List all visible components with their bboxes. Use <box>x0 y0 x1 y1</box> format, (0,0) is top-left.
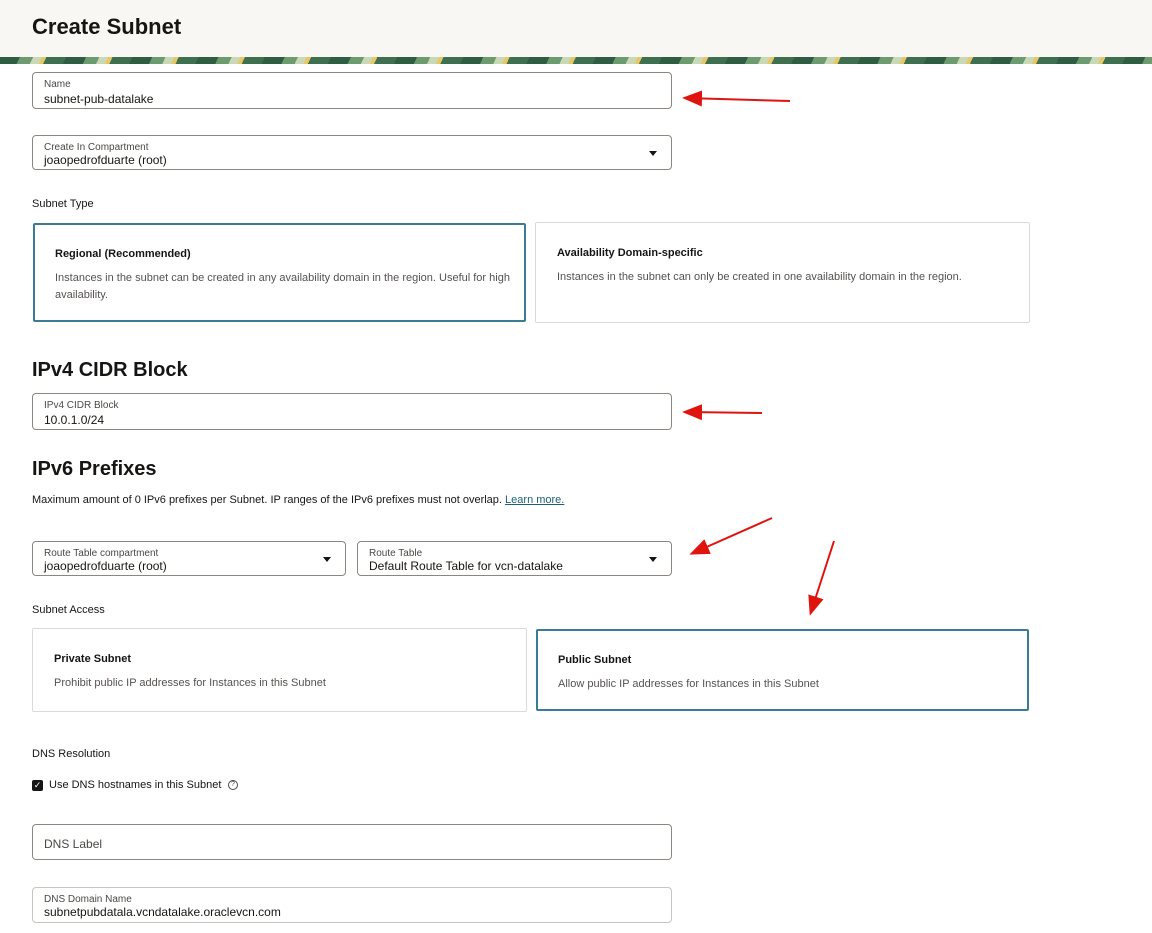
subnet-access-private-card[interactable]: Private Subnet Prohibit public IP addres… <box>32 628 527 712</box>
subnet-access-label: Subnet Access <box>32 604 105 616</box>
subnet-type-regional-title: Regional (Recommended) <box>55 248 191 260</box>
subnet-type-regional-description: Instances in the subnet can be created i… <box>55 272 510 301</box>
private-subnet-description: Prohibit public IP addresses for Instanc… <box>54 677 326 689</box>
route-table-select[interactable]: Route Table Default Route Table for vcn-… <box>357 541 672 576</box>
ipv6-section-title: IPv6 Prefixes <box>32 458 157 480</box>
route-table-compartment-value: joaopedrofduarte (root) <box>44 559 167 573</box>
subnet-type-ad-specific-card[interactable]: Availability Domain-specific Instances i… <box>535 222 1030 323</box>
annotation-arrow-cidr <box>682 404 763 421</box>
learn-more-link[interactable]: Learn more. <box>505 494 564 506</box>
dns-domain-name-field: DNS Domain Name subnetpubdatala.vcndatal… <box>32 887 672 923</box>
page-title: Create Subnet <box>32 14 182 39</box>
name-field[interactable]: Name subnet-pub-datalake <box>32 72 672 109</box>
dns-label-input[interactable]: DNS Label <box>32 824 672 860</box>
name-field-value: subnet-pub-datalake <box>44 92 154 106</box>
subnet-access-public-card[interactable]: Public Subnet Allow public IP addresses … <box>536 629 1029 711</box>
compartment-select-label: Create In Compartment <box>44 142 149 153</box>
chevron-down-icon <box>649 557 657 562</box>
annotation-arrow-public-subnet <box>808 540 835 616</box>
dns-domain-name-label: DNS Domain Name <box>44 894 132 905</box>
subnet-type-ad-title: Availability Domain-specific <box>557 247 703 259</box>
route-table-compartment-select[interactable]: Route Table compartment joaopedrofduarte… <box>32 541 346 576</box>
ipv6-info-text: Maximum amount of 0 IPv6 prefixes per Su… <box>32 494 564 506</box>
route-table-label: Route Table <box>369 548 423 559</box>
use-dns-hostnames-label: Use DNS hostnames in this Subnet <box>49 779 222 791</box>
annotation-arrow-name <box>682 90 791 107</box>
use-dns-hostnames-checkbox[interactable]: ✓ <box>32 780 43 791</box>
ipv4-section-title: IPv4 CIDR Block <box>32 359 188 381</box>
dns-resolution-label: DNS Resolution <box>32 748 111 760</box>
annotation-arrow-route-table <box>689 517 773 555</box>
ipv4-cidr-value: 10.0.1.0/24 <box>44 413 105 427</box>
private-subnet-title: Private Subnet <box>54 653 132 665</box>
dns-label-placeholder: DNS Label <box>44 837 103 851</box>
route-table-compartment-label: Route Table compartment <box>44 548 159 559</box>
compartment-select-value: joaopedrofduarte (root) <box>44 153 167 167</box>
public-subnet-title: Public Subnet <box>558 654 632 666</box>
route-table-value: Default Route Table for vcn-datalake <box>369 559 563 573</box>
compartment-select[interactable]: Create In Compartment joaopedrofduarte (… <box>32 135 672 170</box>
subnet-type-label: Subnet Type <box>32 198 94 210</box>
header-decorative-band <box>0 57 1152 64</box>
page-header: Create Subnet <box>0 0 1152 64</box>
subnet-type-ad-description: Instances in the subnet can only be crea… <box>557 271 962 283</box>
chevron-down-icon <box>649 151 657 156</box>
chevron-down-icon <box>323 557 331 562</box>
subnet-type-regional-card[interactable]: Regional (Recommended) Instances in the … <box>33 223 526 322</box>
name-field-label: Name <box>44 79 71 90</box>
ipv4-cidr-input[interactable]: IPv4 CIDR Block 10.0.1.0/24 <box>32 393 672 430</box>
ipv6-info-message: Maximum amount of 0 IPv6 prefixes per Su… <box>32 494 502 506</box>
public-subnet-description: Allow public IP addresses for Instances … <box>558 678 819 690</box>
dns-domain-name-value: subnetpubdatala.vcndatalake.oraclevcn.co… <box>44 905 281 919</box>
help-icon[interactable]: ? <box>228 780 238 790</box>
ipv4-cidr-label: IPv4 CIDR Block <box>44 400 119 411</box>
